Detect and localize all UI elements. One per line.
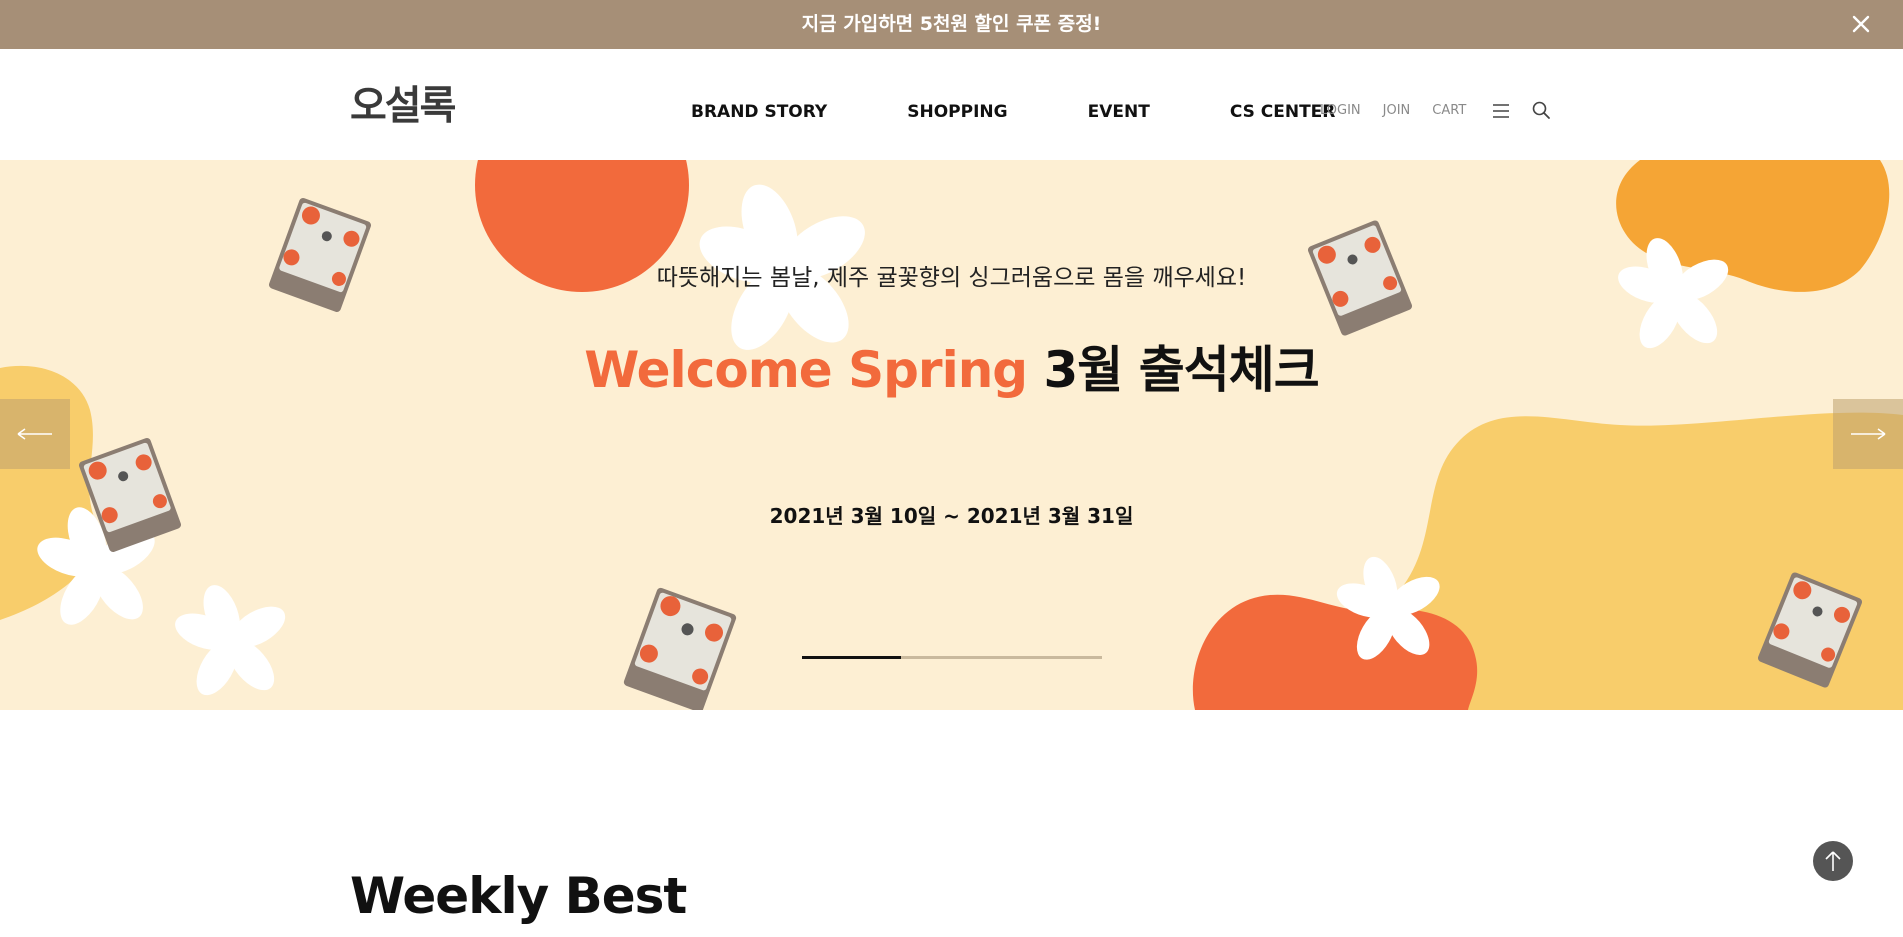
slider-prev-button[interactable] (0, 399, 70, 469)
login-link[interactable]: LOGIN (1320, 103, 1361, 118)
promo-message: 지금 가입하면 5천원 할인 쿠폰 증정! (801, 13, 1102, 35)
cart-link[interactable]: CART (1432, 103, 1466, 118)
hero-banner[interactable]: 따뜻해지는 봄날, 제주 귤꽃향의 싱그러움으로 몸을 깨우세요! Welcom… (0, 160, 1903, 710)
slider-progress-fill (802, 656, 901, 659)
nav-brand-story[interactable]: BRAND STORY (691, 102, 827, 122)
close-icon[interactable] (1849, 12, 1873, 36)
main-nav: BRAND STORY SHOPPING EVENT CS CENTER (691, 102, 1335, 122)
hero-subtitle: 따뜻해지는 봄날, 제주 귤꽃향의 싱그러움으로 몸을 깨우세요! (656, 265, 1247, 291)
slider-progress-bar[interactable] (802, 656, 1102, 659)
scroll-top-button[interactable] (1813, 841, 1853, 881)
logo[interactable]: 오설록 (350, 85, 456, 127)
nav-event[interactable]: EVENT (1088, 102, 1150, 122)
search-icon[interactable] (1531, 100, 1551, 120)
join-link[interactable]: JOIN (1383, 103, 1411, 118)
hero-date: 2021년 3월 10일 ~ 2021년 3월 31일 (769, 504, 1134, 528)
promo-banner: 지금 가입하면 5천원 할인 쿠폰 증정! (0, 0, 1903, 49)
hero-title-rest: 3월 출석체크 (1043, 341, 1320, 399)
hero-title: Welcome Spring 3월 출석체크 (0, 330, 1903, 402)
hamburger-menu-icon[interactable] (1491, 101, 1511, 121)
arrow-right-icon (1851, 428, 1886, 440)
hero-background-illustration (0, 160, 1903, 710)
slider-next-button[interactable] (1833, 399, 1903, 469)
arrow-up-icon (1825, 851, 1841, 871)
weekly-best-heading: Weekly Best (350, 867, 687, 925)
arrow-left-icon (17, 428, 52, 440)
utility-links: LOGIN JOIN CART (1320, 103, 1466, 118)
hero-title-accent: Welcome Spring (584, 341, 1028, 399)
site-header: 오설록 BRAND STORY SHOPPING EVENT CS CENTER… (0, 49, 1903, 160)
nav-shopping[interactable]: SHOPPING (907, 102, 1007, 122)
